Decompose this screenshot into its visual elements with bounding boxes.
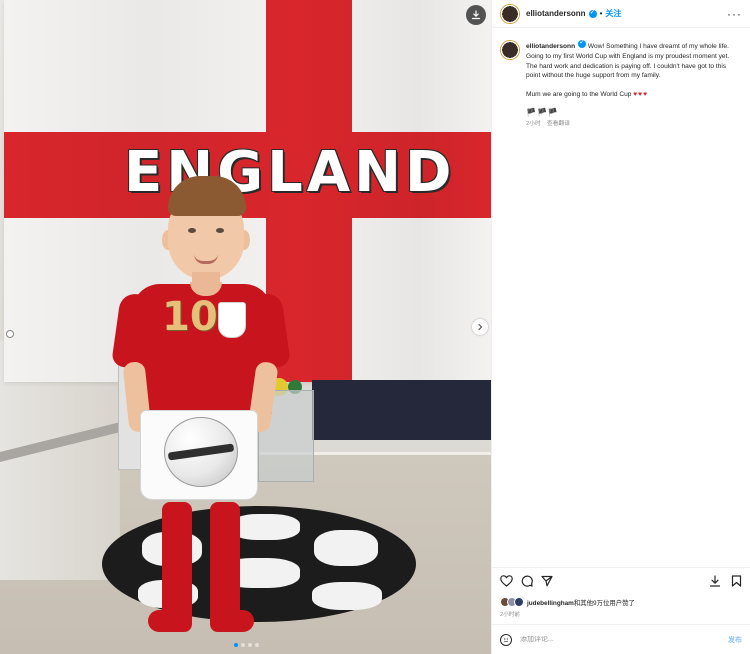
caption-meta: 2小时 查看翻译 <box>526 120 742 130</box>
red-sock <box>162 502 192 620</box>
like-button[interactable] <box>500 574 513 589</box>
action-bar-right <box>709 574 742 589</box>
caption-time[interactable]: 2小时 <box>526 121 541 127</box>
smiley-icon <box>503 637 509 642</box>
header-username[interactable]: elliotandersonn <box>526 9 586 18</box>
save-button[interactable] <box>731 574 742 589</box>
see-translation-link[interactable]: 查看翻译 <box>547 121 570 127</box>
carousel-next-button[interactable] <box>472 319 488 335</box>
emoji-button[interactable] <box>500 633 512 646</box>
boy-hair <box>168 176 246 216</box>
carousel-dot[interactable] <box>241 643 245 647</box>
comment-button[interactable] <box>521 575 533 589</box>
caption-body: elliotandersonn Wow! Something I have dr… <box>526 38 742 130</box>
three-lions-badge <box>218 302 246 338</box>
post-viewer: ENGLAND 10 elliotandersonn ✓ • 关注 ··· el… <box>0 0 750 654</box>
caption-paragraph: elliotandersonn Wow! Something I have dr… <box>526 38 742 81</box>
boy-in-england-kit: 10 <box>110 172 291 642</box>
download-button[interactable] <box>466 5 486 25</box>
likes-summary[interactable]: judebellingham和其他9万位用户赞了 <box>492 595 750 609</box>
red-sock-foot <box>148 610 192 632</box>
post-comment-button[interactable]: 发布 <box>728 635 742 645</box>
dark-furniture <box>312 380 491 440</box>
red-sock-foot <box>210 610 254 632</box>
post-header: elliotandersonn • 关注 ··· <box>492 0 750 28</box>
carousel-dot[interactable] <box>248 643 252 647</box>
action-bar <box>492 567 750 595</box>
rug-panel <box>312 582 382 610</box>
flag-emoji: 🏴🏴🏴 <box>526 107 559 117</box>
follow-button[interactable]: 关注 <box>605 8 621 19</box>
likes-text: judebellingham和其他9万位用户赞了 <box>527 598 635 607</box>
comment-icon <box>521 575 533 587</box>
caption-username[interactable]: elliotandersonn <box>526 43 575 50</box>
chevron-right-icon <box>478 323 483 331</box>
boy-eye <box>216 228 224 233</box>
carousel-prev-indicator[interactable] <box>6 330 14 338</box>
comment-input[interactable] <box>520 636 728 643</box>
caption: elliotandersonn Wow! Something I have dr… <box>492 28 750 130</box>
boy-eye <box>188 228 196 233</box>
bookmark-icon <box>731 574 742 587</box>
carousel-dot[interactable] <box>255 643 259 647</box>
shirt-number: 10 <box>162 294 218 340</box>
more-options-button[interactable]: ··· <box>727 7 742 21</box>
post-photo[interactable]: ENGLAND 10 <box>0 0 491 654</box>
download-button[interactable] <box>709 574 721 589</box>
rug-panel <box>314 530 378 566</box>
comments-area <box>492 130 750 567</box>
download-icon <box>709 574 721 587</box>
verified-badge-icon <box>588 8 597 18</box>
caption-line2-text: Mum we are going to the World Cup <box>526 91 634 99</box>
carousel-dot[interactable] <box>234 643 238 647</box>
comment-composer: 发布 <box>492 624 750 654</box>
share-button[interactable] <box>541 575 553 589</box>
heart-emoji: ♥♥♥ <box>633 91 649 99</box>
download-icon <box>471 10 481 20</box>
liker-username[interactable]: judebellingham <box>527 600 574 607</box>
header-separator: • <box>599 9 603 18</box>
liker-avatar <box>514 597 524 607</box>
carousel-dots <box>234 643 259 647</box>
likes-rest: 和其他9万位用户赞了 <box>573 599 635 607</box>
avatar[interactable] <box>500 3 520 24</box>
heart-icon <box>500 574 513 587</box>
send-icon <box>541 575 553 586</box>
post-side-panel: elliotandersonn • 关注 ··· elliotandersonn… <box>491 0 750 654</box>
avatar[interactable] <box>500 40 520 60</box>
post-timestamp[interactable]: 2小时前 <box>492 609 750 624</box>
red-sock <box>210 502 240 620</box>
verified-badge-icon <box>578 38 587 48</box>
caption-line2: Mum we are going to the World Cup ♥♥♥ <box>526 90 742 100</box>
